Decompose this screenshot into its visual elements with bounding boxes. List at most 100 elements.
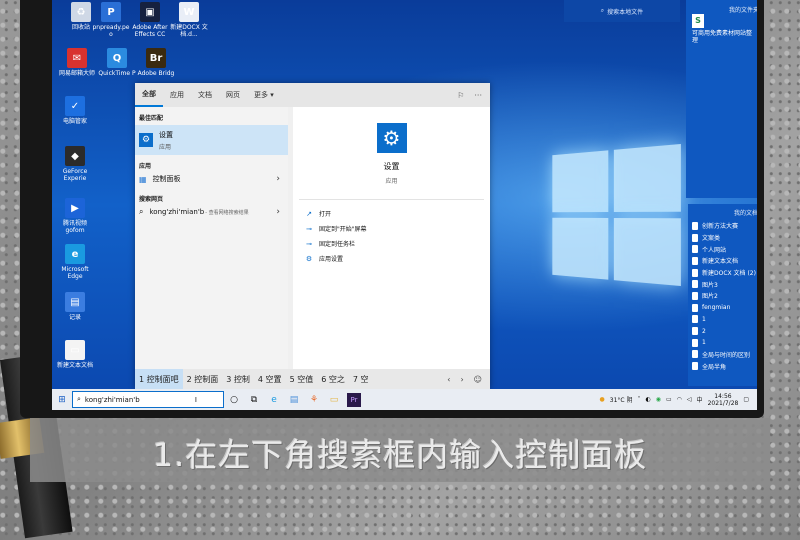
desktop-icon-label: 新建文本文档 [56, 362, 93, 369]
folder-item[interactable]: S 可商用免费素材网站整理 [692, 14, 752, 44]
desktop-icon[interactable]: e Microsoft Edge [56, 244, 94, 280]
desktop-icon[interactable]: ▭ 新建文本文档 [56, 340, 94, 369]
document-item[interactable]: 全局半角 [688, 360, 757, 372]
chevron-right-icon[interactable]: › [276, 174, 280, 184]
best-match-settings[interactable]: ⚙ 设置 应用 [135, 125, 288, 155]
chevron-right-icon[interactable]: › [276, 207, 280, 217]
search-tabs: 全部 应用 文档 网页 更多 ▾ ⚐ ··· [135, 83, 490, 107]
qq-icon[interactable]: ◐ [646, 396, 651, 403]
battery-icon[interactable]: ▭ [666, 396, 672, 403]
folder-panel: 我的文件夹 S 可商用免费素材网站整理 [686, 0, 757, 198]
file-icon [692, 221, 698, 230]
taskbar: ⊞ ⌕ kong'zhi'mian'b I ○ ⧉ e ▤ ⚘ ▭ Pr ● 3… [52, 389, 757, 410]
document-item[interactable]: 全局与时间的区别 [688, 349, 757, 361]
file-icon [692, 362, 698, 371]
document-item[interactable]: fengmian [688, 302, 757, 314]
store-icon[interactable]: ▤ [284, 389, 304, 410]
premiere-icon[interactable]: Pr [347, 392, 361, 407]
control-panel-icon: ▦ [139, 174, 147, 184]
result-web-search[interactable]: ⌕ kong'zhi'mian'b - 查看网络搜索结果 › [135, 203, 288, 221]
desktop-icon-label: 记录 [68, 314, 81, 321]
pin-icon: ⊸ [306, 239, 312, 248]
documents-panel: 我的文档 创新方法大赛 文案类 个人网站 新建文本文档 新建DOCX 文档 (2) 图片3… [688, 204, 757, 386]
ime-candidate[interactable]: 1 控制面吧 [135, 369, 183, 389]
chevron-right-icon[interactable]: › [460, 375, 463, 384]
document-item[interactable]: 图片2 [688, 290, 757, 302]
excel-file-icon: S [692, 14, 704, 28]
windows-start-icon[interactable]: ⊞ [52, 389, 72, 410]
document-item[interactable]: 创新方法大赛 [688, 220, 757, 232]
desktop-icon[interactable]: Ppnpready.pe o [92, 2, 130, 38]
tab-documents[interactable]: 文档 [191, 83, 219, 107]
action-pin-start[interactable]: ⊸ 固定到"开始"屏幕 [293, 221, 490, 236]
document-item[interactable]: 新建文本文档 [688, 255, 757, 267]
desktop-icon[interactable]: ✉ 网易邮箱大师 [58, 48, 96, 77]
document-item[interactable]: 1 [688, 314, 757, 326]
best-match-header: 最佳匹配 [139, 115, 164, 122]
explorer-icon[interactable]: ▭ [324, 389, 344, 410]
desktop-icon[interactable]: ✓ 电脑管家 [56, 96, 94, 125]
document-item[interactable]: 1 [688, 337, 757, 349]
volume-icon[interactable]: ◁ [687, 396, 692, 403]
taskbar-search-input[interactable]: ⌕ kong'zhi'mian'b I [72, 391, 224, 408]
weather-text[interactable]: 31°C 阴 [610, 395, 633, 404]
file-icon [692, 280, 698, 289]
action-app-settings[interactable]: ⚙ 应用设置 [293, 251, 490, 266]
ime-candidate[interactable]: 6 空之 [317, 369, 349, 389]
file-icon [692, 233, 698, 242]
ime-candidate[interactable]: 5 空值 [286, 369, 318, 389]
desktop-icon[interactable]: Br Adobe Bridg [137, 48, 175, 77]
ime-candidate[interactable]: 3 控制 [222, 369, 254, 389]
desktop: ♻ 回收站 Ppnpready.pe o ▣ Adobe After Effects C… [52, 0, 757, 410]
result-detail: ⚙ 设置 应用 ↗ 打开 ⊸ 固定到"开始"屏幕 ⊸ 固定到任务栏 ⚙ 应用设置 [293, 107, 490, 369]
document-item[interactable]: 图片3 [688, 278, 757, 290]
document-item[interactable]: 新建DOCX 文档 (2) [688, 267, 757, 279]
action-pin-taskbar[interactable]: ⊸ 固定到任务栏 [293, 236, 490, 251]
tab-web[interactable]: 网页 [219, 83, 247, 107]
desktop-icon-label: Adobe After Effects CC [132, 24, 168, 38]
file-icon [692, 245, 698, 254]
task-view-icon[interactable]: ⧉ [244, 389, 264, 410]
action-open[interactable]: ↗ 打开 [293, 206, 490, 221]
ime-candidate[interactable]: 4 空置 [254, 369, 286, 389]
desktop-icon[interactable]: Q QuickTime P [98, 48, 136, 77]
app-icon[interactable]: ⚘ [304, 389, 324, 410]
emoji-icon[interactable]: ☺ [474, 375, 482, 384]
edge-icon[interactable]: e [264, 389, 284, 410]
tab-all[interactable]: 全部 [135, 83, 163, 107]
divider [299, 199, 484, 200]
desktop-icon-label: 新建DOCX 文档.d... [170, 24, 208, 38]
chevron-left-icon[interactable]: ‹ [447, 375, 450, 384]
desktop-icon-label: GeForce Experie [62, 168, 88, 182]
desktop-icon-label: 电脑管家 [62, 118, 87, 125]
clock[interactable]: 14:56 2021/7/28 [708, 393, 739, 407]
desktop-icon[interactable]: ▤ 记录 [56, 292, 94, 321]
result-control-panel[interactable]: ▦ 控制面板 › [135, 170, 288, 188]
desktop-icon[interactable]: ▶ 腾讯视频 gofom [56, 198, 94, 234]
detail-subtitle: 应用 [385, 178, 398, 185]
desktop-icon[interactable]: ◆ GeForce Experie [56, 146, 94, 182]
network-icon[interactable]: ◠ [677, 396, 682, 403]
desktop-icon[interactable]: W 新建DOCX 文档.d... [170, 2, 208, 38]
ime-icon[interactable]: 中 [697, 395, 703, 404]
gear-icon: ⚙ [139, 133, 153, 147]
ime-candidate[interactable]: 2 控制面 [183, 369, 223, 389]
wechat-icon[interactable]: ◉ [656, 396, 661, 403]
document-item[interactable]: 2 [688, 325, 757, 337]
cortana-icon[interactable]: ○ [224, 389, 244, 410]
tab-apps[interactable]: 应用 [163, 83, 191, 107]
file-icon [692, 268, 698, 277]
document-item[interactable]: 个人网站 [688, 243, 757, 255]
app-icon: ▶ [65, 198, 85, 218]
document-item[interactable]: 文案类 [688, 232, 757, 244]
ime-candidate[interactable]: 7 空 [349, 369, 373, 389]
more-options-icon[interactable]: ··· [474, 91, 482, 100]
app-icon: Q [107, 48, 127, 68]
local-search-widget[interactable]: ⌕ 搜索本地文件 [564, 0, 680, 22]
tray-chevron-icon[interactable]: ˄ [638, 396, 641, 403]
feedback-icon[interactable]: ⚐ [457, 91, 464, 100]
desktop-icon[interactable]: ▣ Adobe After Effects CC [131, 2, 169, 38]
tab-more[interactable]: 更多 ▾ [247, 83, 281, 107]
notification-icon[interactable]: ▢ [743, 396, 749, 403]
search-icon: ⌕ [139, 207, 144, 216]
